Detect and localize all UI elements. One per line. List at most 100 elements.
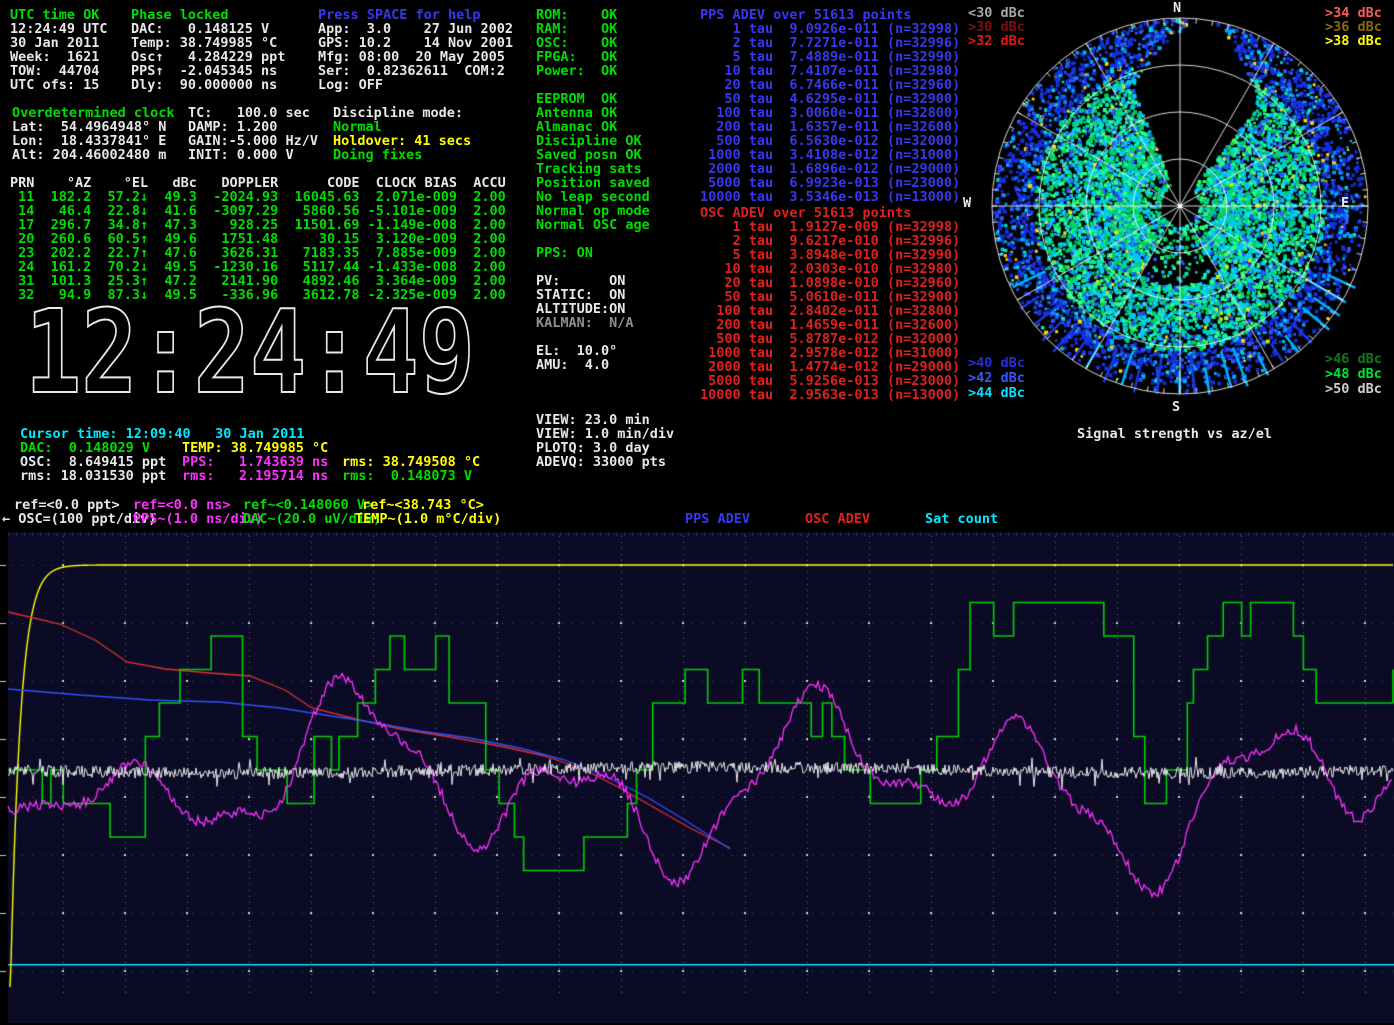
- pps-adev-title: PPS ADEV over 51613 points: [700, 8, 960, 22]
- utc-line: 12:24:49 UTC: [10, 22, 108, 36]
- phase-panel-title: Phase locked: [131, 8, 285, 22]
- health-line: Power: OK: [536, 64, 617, 78]
- adev-row: 10 tau 7.4107e-011 (n=32980): [700, 64, 960, 78]
- receiver-row: GAIN:-5.000 Hz/V: [188, 134, 318, 148]
- plot-ref-label: ref~<0.148060 V>: [243, 498, 373, 512]
- adev-row: 1000 tau 2.9578e-012 (n=31000): [700, 346, 960, 360]
- status-line: No leap second: [536, 190, 650, 204]
- status-line: Normal OSC age: [536, 218, 650, 232]
- pps-line: [536, 260, 634, 274]
- osc-adev-title: OSC ADEV over 51613 points: [700, 206, 960, 220]
- lady-heather-screen: UTC time OK 12:24:49 UTC30 Jan 2011Week:…: [0, 0, 1394, 1025]
- satellite-table: PRN °AZ °EL dBc DOPPLER CODE CLOCK BIAS …: [10, 176, 506, 302]
- receiver-row: Lon: 18.4337841° E: [12, 134, 166, 148]
- big-digital-clock: 12:24:49: [20, 300, 490, 410]
- phase-line: PPS↑ -2.045345 ns: [131, 64, 285, 78]
- health-line: FPGA: OK: [536, 50, 617, 64]
- cursor-time-title: Cursor time: 12:09:40 30 Jan 2011: [20, 427, 304, 441]
- help-line: GPS: 10.2 14 Nov 2001: [318, 36, 513, 50]
- adev-row: 1 tau 1.9127e-009 (n=32998): [700, 220, 960, 234]
- phase-line: Osc↑ 4.284229 ppt: [131, 50, 285, 64]
- adev-row: 2 tau 9.6217e-010 (n=32996): [700, 234, 960, 248]
- receiver-row: Normal: [333, 120, 382, 134]
- receiver-row: INIT: 0.000 V: [188, 148, 294, 162]
- health-line: RAM: OK: [536, 22, 617, 36]
- utc-panel-title: UTC time OK: [10, 8, 108, 22]
- polar-caption: Signal strength vs az/el: [1077, 427, 1272, 441]
- adev-row: 2000 tau 1.4774e-012 (n=29000): [700, 360, 960, 374]
- status-line: Tracking sats: [536, 162, 650, 176]
- adev-row: 10 tau 2.0303e-010 (n=32980): [700, 262, 960, 276]
- cursor-row: DAC: 0.148029 V: [20, 441, 150, 455]
- compass-east-label: E: [1341, 196, 1349, 210]
- sat-table-row: 14 46.4 22.8↓ 41.6 -3097.29 5860.56 -5.1…: [10, 204, 506, 218]
- sat-table-row: 24 161.2 70.2↓ 49.5 -1230.16 5117.44 -1.…: [10, 260, 506, 274]
- help-line: Log: OFF: [318, 78, 513, 92]
- compass-west-label: W: [963, 196, 971, 210]
- adev-row: 50 tau 4.6295e-011 (n=32900): [700, 92, 960, 106]
- phase-line: Temp: 38.749985 °C: [131, 36, 285, 50]
- sat-table-row: 17 296.7 34.8↑ 47.3 928.25 11501.69 -1.1…: [10, 218, 506, 232]
- utc-line: 30 Jan 2011: [10, 36, 108, 50]
- plot-scale-label: TEMP~(1.0 m°C/div): [355, 512, 501, 526]
- view-line: VIEW: 1.0 min/div: [536, 427, 674, 441]
- pps-line: AMU: 4.0: [536, 358, 634, 372]
- cursor-row: rms: 38.749508 °C: [342, 455, 480, 469]
- signal-strength-polar-map: [980, 8, 1380, 412]
- pps-line: PPS: ON: [536, 246, 634, 260]
- sat-table-row: 11 182.2 57.2↓ 49.3 -2024.93 16045.63 2.…: [10, 190, 506, 204]
- status-line: Saved posn OK: [536, 148, 650, 162]
- pps-line: PV: ON: [536, 274, 634, 288]
- status-line: Almanac OK: [536, 120, 650, 134]
- view-panel: VIEW: 23.0 minVIEW: 1.0 min/divPLOTQ: 3.…: [536, 413, 674, 469]
- health-line: OSC: OK: [536, 36, 617, 50]
- adev-row: 1000 tau 3.4108e-012 (n=31000): [700, 148, 960, 162]
- adev-row: 5 tau 3.8948e-010 (n=32990): [700, 248, 960, 262]
- adev-row: 2 tau 7.7271e-011 (n=32996): [700, 36, 960, 50]
- help-line: Mfg: 08:00 20 May 2005: [318, 50, 513, 64]
- sat-table-header: PRN °AZ °EL dBc DOPPLER CODE CLOCK BIAS …: [10, 176, 506, 190]
- plot-ref-label: ref=<0.0 ppt>: [14, 498, 120, 512]
- pps-panel: PPS: ON PV: ONSTATIC: ONALTITUDE:ONKALMA…: [536, 246, 634, 372]
- utc-panel: UTC time OK 12:24:49 UTC30 Jan 2011Week:…: [10, 8, 108, 92]
- adev-row: 100 tau 2.8402e-011 (n=32800): [700, 304, 960, 318]
- adev-row: 500 tau 6.5630e-012 (n=32000): [700, 134, 960, 148]
- help-panel-title: Press SPACE for help: [318, 8, 513, 22]
- cursor-row: rms: 0.148073 V: [342, 469, 472, 483]
- adev-row: 200 tau 1.6357e-011 (n=32600): [700, 120, 960, 134]
- sat-table-row: 31 101.3 25.3↑ 47.2 2141.90 4892.46 3.36…: [10, 274, 506, 288]
- phase-line: Dly: 90.000000 ns: [131, 78, 285, 92]
- adev-row: 100 tau 3.0060e-011 (n=32800): [700, 106, 960, 120]
- pps-line: KALMAN: N/A: [536, 316, 634, 330]
- pps-line: ALTITUDE:ON: [536, 302, 634, 316]
- phase-line: DAC: 0.148125 V: [131, 22, 285, 36]
- pps-line: [536, 330, 634, 344]
- plot-scale-label: OSC ADEV: [805, 512, 870, 526]
- receiver-row: Alt: 204.46002480 m: [12, 148, 166, 162]
- plot-ref-label: ref=<0.0 ns>: [133, 498, 231, 512]
- adev-row: 50 tau 5.0610e-011 (n=32900): [700, 290, 960, 304]
- adev-row: 5 tau 7.4889e-011 (n=32990): [700, 50, 960, 64]
- receiver-row: Discipline mode:: [333, 106, 463, 120]
- compass-south-label: S: [1172, 400, 1180, 414]
- adev-row: 2000 tau 1.6896e-012 (n=29000): [700, 162, 960, 176]
- sat-table-row: 23 202.2 22.7↑ 47.6 3626.31 7183.35 7.88…: [10, 246, 506, 260]
- compass-north-label: N: [1173, 1, 1181, 15]
- help-line: App: 3.0 27 Jun 2002: [318, 22, 513, 36]
- receiver-row: Overdetermined clock: [12, 106, 175, 120]
- phase-panel: Phase locked DAC: 0.148125 VTemp: 38.749…: [131, 8, 285, 92]
- plot-scale-label: Sat count: [925, 512, 998, 526]
- adev-row: 10000 tau 3.5346e-013 (n=13000): [700, 190, 960, 204]
- utc-line: Week: 1621: [10, 50, 108, 64]
- adev-row: 5000 tau 6.9923e-013 (n=23000): [700, 176, 960, 190]
- cursor-row: TEMP: 38.749985 °C: [182, 441, 328, 455]
- receiver-row: Doing fixes: [333, 148, 422, 162]
- adev-row: 20 tau 1.0898e-010 (n=32960): [700, 276, 960, 290]
- plot-scale-label: PPS ADEV: [685, 512, 750, 526]
- strip-chart-plot[interactable]: [0, 532, 1394, 1025]
- pps-line: EL: 10.0°: [536, 344, 634, 358]
- receiver-row: TC: 100.0 sec: [188, 106, 310, 120]
- plot-ref-label: ref~<38.743 °C>: [362, 498, 484, 512]
- status-panel: EEPROM OKAntenna OKAlmanac OKDiscipline …: [536, 92, 650, 232]
- utc-line: UTC ofs: 15: [10, 78, 108, 92]
